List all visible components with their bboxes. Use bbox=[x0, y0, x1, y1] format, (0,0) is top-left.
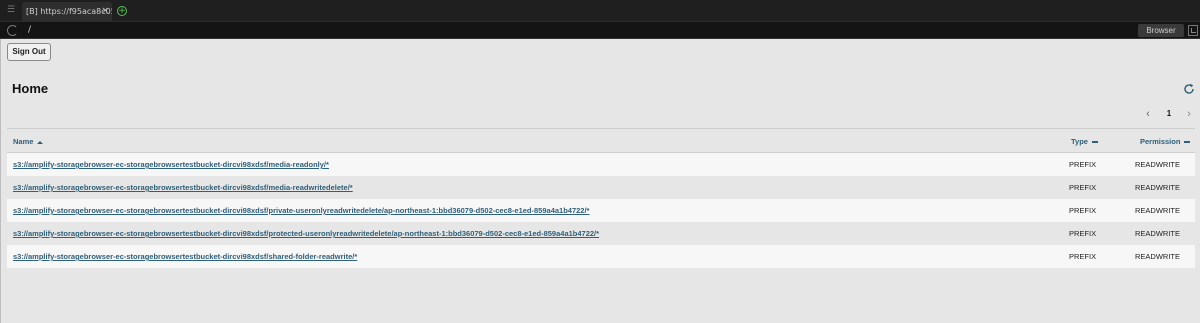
column-header-name-label: Name bbox=[13, 137, 34, 146]
browser-tab-bar: ☰ [B] https://f95aca8c05e43 × + bbox=[0, 0, 1200, 22]
table-row: s3://amplify-storagebrowser-ec-storagebr… bbox=[7, 222, 1195, 245]
browser-tab[interactable]: [B] https://f95aca8c05e43 × bbox=[22, 2, 112, 21]
location-link[interactable]: s3://amplify-storagebrowser-ec-storagebr… bbox=[13, 176, 353, 199]
location-permission: READWRITE bbox=[1135, 206, 1180, 215]
location-link[interactable]: s3://amplify-storagebrowser-ec-storagebr… bbox=[13, 245, 357, 268]
close-icon[interactable]: × bbox=[101, 2, 109, 21]
table-row: s3://amplify-storagebrowser-ec-storagebr… bbox=[7, 153, 1195, 176]
table-row: s3://amplify-storagebrowser-ec-storagebr… bbox=[7, 199, 1195, 222]
sign-out-button[interactable]: Sign Out bbox=[7, 43, 51, 61]
browser-button[interactable]: Browser bbox=[1138, 24, 1184, 37]
location-type: PREFIX bbox=[1069, 229, 1097, 238]
location-permission: READWRITE bbox=[1135, 252, 1180, 261]
refresh-icon[interactable] bbox=[1183, 83, 1195, 95]
sort-none-icon bbox=[1184, 141, 1191, 143]
address-input[interactable]: / bbox=[28, 24, 31, 37]
column-header-permission[interactable]: Permission bbox=[1140, 129, 1191, 154]
location-type: PREFIX bbox=[1069, 160, 1097, 169]
column-header-name[interactable]: Name bbox=[13, 129, 44, 154]
pagination-next-button[interactable]: › bbox=[1184, 108, 1194, 120]
sort-ascending-icon bbox=[37, 140, 44, 144]
location-permission: READWRITE bbox=[1135, 229, 1180, 238]
location-link[interactable]: s3://amplify-storagebrowser-ec-storagebr… bbox=[13, 153, 329, 176]
new-tab-icon[interactable]: + bbox=[117, 6, 127, 16]
location-link[interactable]: s3://amplify-storagebrowser-ec-storagebr… bbox=[13, 222, 599, 245]
menu-icon[interactable]: ☰ bbox=[4, 3, 18, 18]
table-row: s3://amplify-storagebrowser-ec-storagebr… bbox=[7, 176, 1195, 199]
storage-browser-page: Sign Out Home ‹ 1 › Name Type Permission… bbox=[0, 39, 1200, 323]
location-type: PREFIX bbox=[1069, 206, 1097, 215]
expand-icon[interactable] bbox=[1188, 25, 1198, 36]
column-header-type[interactable]: Type bbox=[1071, 129, 1098, 154]
location-link[interactable]: s3://amplify-storagebrowser-ec-storagebr… bbox=[13, 199, 589, 222]
column-header-type-label: Type bbox=[1071, 137, 1088, 146]
location-permission: READWRITE bbox=[1135, 160, 1180, 169]
table-header: Name Type Permission bbox=[7, 128, 1195, 153]
locations-table: Name Type Permission s3://amplify-storag… bbox=[7, 128, 1195, 268]
page-title: Home bbox=[12, 81, 49, 96]
location-type: PREFIX bbox=[1069, 252, 1097, 261]
pagination-prev-button[interactable]: ‹ bbox=[1143, 108, 1153, 120]
address-bar: / Browser bbox=[0, 22, 1200, 39]
reload-icon[interactable] bbox=[7, 25, 18, 36]
table-row: s3://amplify-storagebrowser-ec-storagebr… bbox=[7, 245, 1195, 268]
pagination-current-page[interactable]: 1 bbox=[1161, 107, 1177, 121]
location-permission: READWRITE bbox=[1135, 183, 1180, 192]
column-header-permission-label: Permission bbox=[1140, 137, 1181, 146]
sort-none-icon bbox=[1091, 141, 1098, 143]
location-type: PREFIX bbox=[1069, 183, 1097, 192]
tab-title: [B] https://f95aca8c05e43 bbox=[26, 7, 112, 16]
